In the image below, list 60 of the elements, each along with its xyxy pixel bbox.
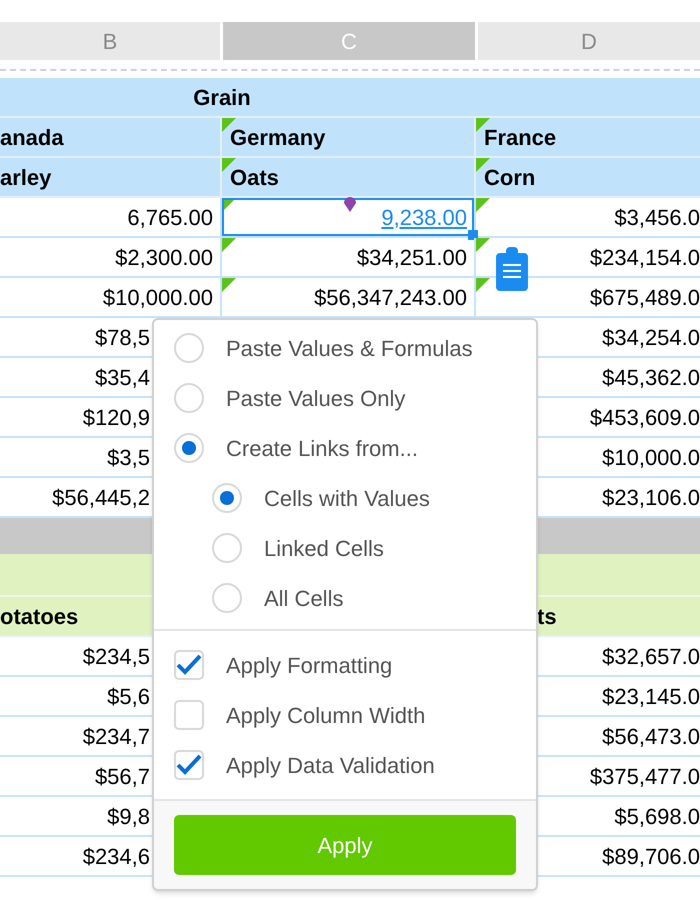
option-label[interactable]: Create Links from... [226, 432, 418, 464]
table-cell-text: $10,000.0 [602, 444, 700, 472]
table-cell-text: $453,609.0 [590, 404, 700, 432]
table-cell-text: $34,251.00 [356, 244, 467, 272]
table-cell-text: $3,456.0 [614, 204, 700, 232]
radio-button[interactable] [174, 333, 204, 363]
table-cell-text: $9,8 [107, 802, 150, 830]
radio-button[interactable] [174, 433, 204, 463]
checkbox[interactable] [174, 700, 204, 730]
table-cell-text: $56,445,2 [52, 484, 150, 512]
table-cell-text: $56,7 [94, 762, 150, 790]
option-label[interactable]: Paste Values Only [226, 382, 406, 414]
table-cell-text: $2,300.00 [115, 244, 213, 272]
table-cell-text: $675,489.0 [590, 284, 700, 312]
fill-handle[interactable] [468, 230, 478, 240]
table-cell-text: $78,5 [94, 324, 150, 352]
clipboard-icon[interactable] [496, 247, 528, 291]
table-cell-text: $375,477.0 [590, 762, 700, 790]
table-cell-text: $10,000.00 [102, 284, 213, 312]
table-cell-text: $34,254.0 [602, 324, 700, 352]
option-label[interactable]: Paste Values & Formulas [226, 332, 473, 364]
table-cell-text: $234,6 [82, 842, 150, 870]
table-cell-text: $35,4 [94, 364, 150, 392]
table-cell-text: $234,5 [82, 642, 150, 670]
table-cell-text: $23,145.0 [602, 682, 700, 710]
column-header-cell-text: otatoes [0, 602, 78, 630]
table-cell-text: 6,765.00 [127, 204, 213, 232]
group-title: Grain [193, 84, 251, 112]
table-cell-text: $234,7 [82, 722, 150, 750]
table-cell-text: $32,657.0 [602, 642, 700, 670]
radio-button[interactable] [174, 383, 204, 413]
option-label[interactable]: Apply Column Width [226, 698, 426, 732]
table-cell-text: $56,347,243.00 [314, 284, 467, 312]
table-cell-text: $89,706.0 [602, 842, 700, 870]
column-header-cell-text: arley [0, 164, 52, 192]
option-label[interactable]: Cells with Values [264, 482, 430, 514]
table-cell-text: $120,9 [82, 404, 150, 432]
option-label[interactable]: Apply Formatting [226, 648, 392, 682]
option-label[interactable]: Linked Cells [264, 532, 384, 564]
radio-button[interactable] [212, 533, 242, 563]
checkbox[interactable] [174, 750, 204, 780]
column-header-cell-text: France [484, 124, 556, 152]
table-cell-text: $5,6 [107, 682, 150, 710]
radio-button[interactable] [212, 583, 242, 613]
table-cell-text: $5,698.0 [614, 802, 700, 830]
column-header-cell-text: Germany [230, 124, 326, 152]
table-cell-text: $234,154.0 [590, 244, 700, 272]
checkbox[interactable] [174, 650, 204, 680]
marker-pin-icon [343, 196, 357, 212]
table-cell-text: $45,362.0 [602, 364, 700, 392]
column-header-cell-text: Corn [484, 164, 536, 192]
option-label[interactable]: Apply Data Validation [226, 748, 435, 782]
table-cell-text: $23,106.0 [602, 484, 700, 512]
table-cell-text: $3,5 [107, 444, 150, 472]
column-header-cell-text: Oats [230, 164, 279, 192]
option-label[interactable]: All Cells [264, 582, 344, 614]
radio-button[interactable] [212, 483, 242, 513]
column-header-cell-text: anada [0, 124, 64, 152]
table-cell-text: $56,473.0 [602, 722, 700, 750]
column-header-cell-text: ts [537, 602, 557, 630]
